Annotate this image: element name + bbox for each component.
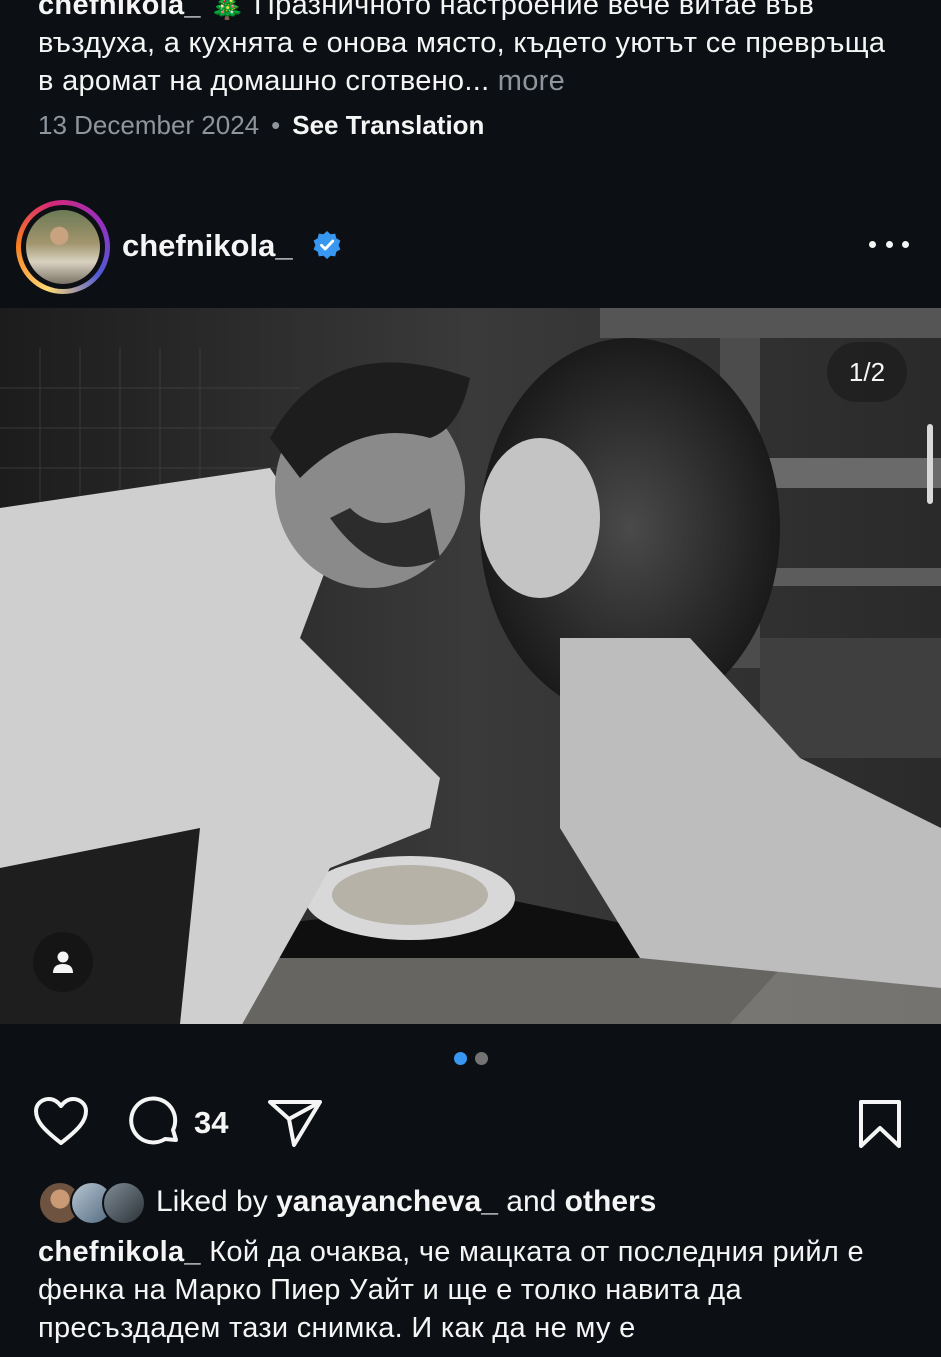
carousel-dot <box>474 1052 488 1065</box>
post-header: chefnikola_ <box>0 200 941 294</box>
heart-icon <box>34 1097 88 1145</box>
post-image[interactable] <box>0 308 941 1024</box>
previous-post-meta: 13 December 2024 • See Translation <box>38 108 484 142</box>
post-caption: chefnikola_ Кой да очаква, че мацката от… <box>38 1233 918 1347</box>
liked-by-and: and <box>506 1185 557 1218</box>
bookmark-icon <box>859 1100 901 1148</box>
liked-by-row[interactable]: Liked by yanayancheva_ and others <box>38 1180 657 1225</box>
comment-count: 34 <box>194 1105 229 1140</box>
liked-by-prefix: Liked by <box>156 1185 268 1218</box>
comment-icon <box>129 1096 178 1145</box>
carousel-dot-active <box>453 1052 467 1065</box>
send-icon <box>268 1100 322 1147</box>
save-button[interactable] <box>856 1098 904 1150</box>
share-button[interactable] <box>266 1098 324 1148</box>
carousel-indicator <box>0 1052 941 1065</box>
previous-post-caption: chefnikola_ 🎄 Празничното настроение веч… <box>38 0 908 100</box>
see-translation-link[interactable]: See Translation <box>292 108 484 142</box>
post-date: 13 December 2024 <box>38 110 260 140</box>
image-counter: 1/2 <box>827 342 907 402</box>
verified-badge-icon <box>313 231 341 259</box>
meta-separator: • <box>271 110 281 140</box>
kitchen-couple-photo <box>0 308 941 1024</box>
liked-by-others[interactable]: others <box>565 1185 657 1219</box>
liker-avatar <box>102 1181 146 1225</box>
scrollbar[interactable] <box>927 424 933 504</box>
comment-button[interactable]: 34 <box>128 1096 228 1150</box>
more-link[interactable]: more <box>498 65 565 97</box>
liked-by-user[interactable]: yanayancheva_ <box>276 1185 498 1219</box>
christmas-tree-emoji: 🎄 <box>209 0 246 21</box>
liker-avatars <box>38 1181 146 1225</box>
tagged-people-button[interactable] <box>33 932 93 992</box>
post-username[interactable]: chefnikola_ <box>122 226 293 266</box>
ellipsis-icon[interactable] <box>869 234 909 254</box>
avatar <box>26 210 100 284</box>
action-bar: 34 <box>0 1094 941 1154</box>
like-button[interactable] <box>33 1096 89 1148</box>
caption-username[interactable]: chefnikola_ <box>38 1236 201 1268</box>
person-icon <box>53 951 73 973</box>
story-ring[interactable] <box>16 200 110 294</box>
previous-post-username[interactable]: chefnikola_ <box>38 0 201 21</box>
